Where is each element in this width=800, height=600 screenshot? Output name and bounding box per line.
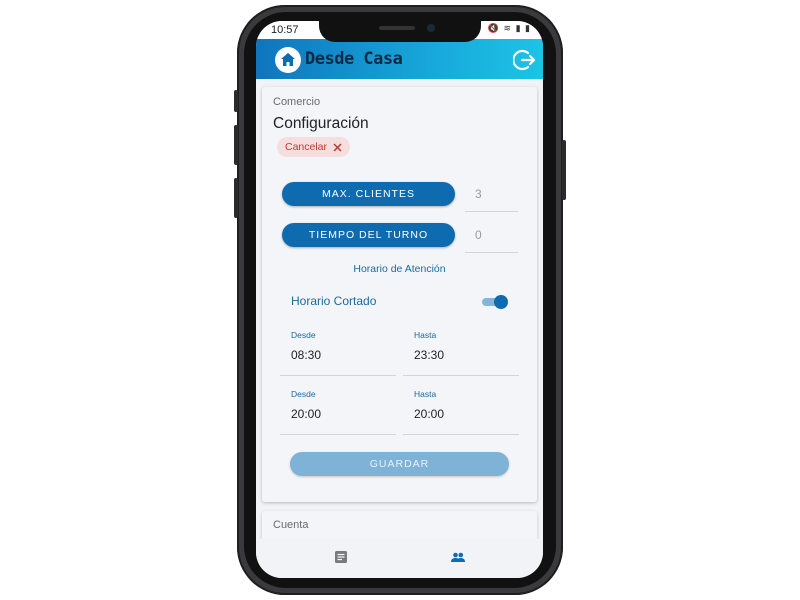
app-bar: Desde Casa [256,39,543,79]
nav-people[interactable] [450,549,466,565]
nav-documents[interactable] [333,549,349,565]
people-icon [451,552,465,562]
to-label: Hasta [414,389,437,399]
home-button[interactable] [275,47,301,73]
page-title: Configuración [273,115,369,132]
phone-volume-up [234,125,238,165]
config-card: Comercio Configuración Cancelar MAX. CLI… [262,87,537,502]
shift2-from-field[interactable]: Desde 20:00 [280,386,396,435]
bottom-nav [256,539,543,578]
status-time: 10:57 [271,24,299,36]
turn-time-field[interactable]: 0 [465,220,518,253]
toggle-thumb [494,295,508,309]
speaker [379,26,415,30]
to-value: 20:00 [414,407,445,421]
to-label: Hasta [414,330,437,340]
camera [427,24,435,32]
close-icon [333,142,342,152]
from-value: 08:30 [291,348,322,362]
split-schedule-label: Horario Cortado [291,294,377,308]
notch [319,21,481,42]
phone-side-button [234,90,238,112]
from-value: 20:00 [291,407,322,421]
max-clients-button[interactable]: MAX. CLIENTES [282,182,455,206]
logout-icon [512,49,536,71]
shift1-from-field[interactable]: Desde 08:30 [280,327,396,376]
cancel-label: Cancelar [285,141,328,153]
phone-volume-down [234,178,238,218]
home-icon [281,53,295,66]
from-label: Desde [291,330,316,340]
shift1-to-field[interactable]: Hasta 23:30 [403,327,519,376]
max-clients-field[interactable]: 3 [465,179,518,212]
to-value: 23:30 [414,348,445,362]
turn-time-value: 0 [475,228,482,242]
turn-time-button[interactable]: TIEMPO DEL TURNO [282,223,455,247]
shift2-to-field[interactable]: Hasta 20:00 [403,386,519,435]
split-schedule-toggle[interactable] [482,295,508,309]
cancel-chip[interactable]: Cancelar [277,137,351,157]
phone-screen: 10:57 🔇 ≋ ▮ ▮ Desde Casa Comercio Config… [256,21,543,578]
phone-power-button [562,140,566,200]
document-icon [335,551,347,563]
app-title: Desde Casa [305,49,403,69]
section-label: Comercio [273,96,321,108]
account-section-label: Cuenta [273,519,309,531]
save-button[interactable]: GUARDAR [290,452,509,476]
from-label: Desde [291,389,316,399]
max-clients-value: 3 [475,187,482,201]
schedule-label: Horario de Atención [353,263,446,275]
status-icons: 🔇 ≋ ▮ ▮ [487,23,531,33]
logout-button[interactable] [512,48,537,72]
